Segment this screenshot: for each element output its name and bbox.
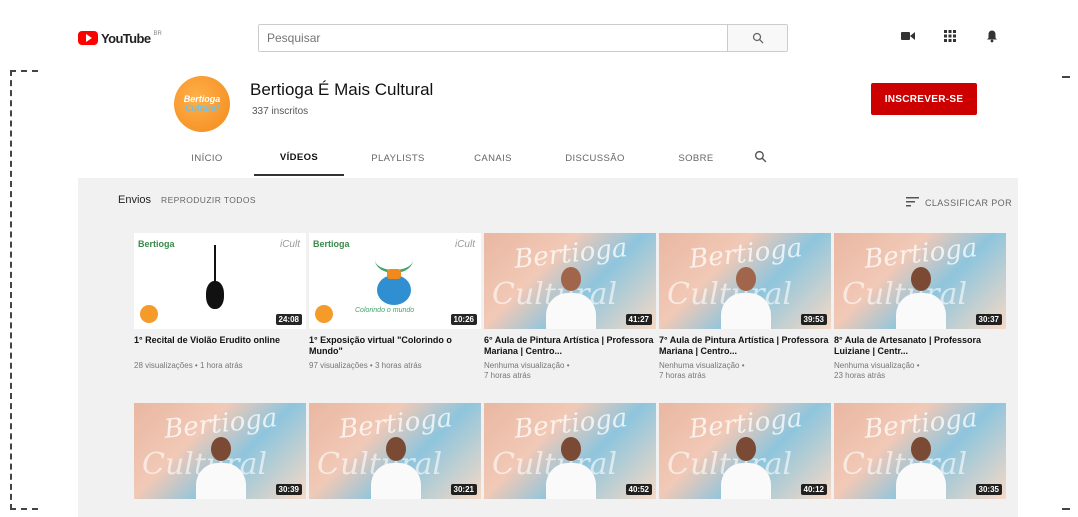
presenter-image [371,437,421,499]
video-title[interactable]: 8° Aula de Artesanato | Professora Luizi… [834,335,1006,357]
subscriber-count: 337 inscritos [252,106,309,117]
video-card[interactable]: Bertioga Cultural 30:37 8° Aula de Artes… [834,233,1006,381]
video-thumbnail[interactable]: Bertioga Cultural 39:53 [659,233,831,329]
top-bar: YouTube BR [78,14,1018,62]
video-duration: 10:26 [450,314,477,325]
video-thumbnail[interactable]: Bertioga iCult Colorindo o mundo 10:26 [309,233,481,329]
video-meta: Nenhuma visualização • 7 horas atrás [484,361,570,380]
video-camera-icon[interactable] [900,28,916,44]
video-duration: 30:39 [275,484,302,495]
crop-mark-top-right [1062,76,1070,78]
search-icon [752,32,763,44]
exhibit-illustration [369,247,419,307]
video-thumbnail[interactable]: Bertioga Cultural 30:35 [834,403,1006,499]
video-duration: 30:21 [450,484,477,495]
tab-inicio[interactable]: INÍCIO [174,140,240,176]
video-thumbnail[interactable]: Bertioga Cultural 30:39 [134,403,306,499]
video-grid: Bertioga iCult 24:08 1° Recital de Violã… [134,233,1006,499]
thumb-brand: Bertioga [313,239,350,249]
video-card[interactable]: Bertioga Cultural 41:27 6° Aula de Pintu… [484,233,656,381]
sort-label: CLASSIFICAR POR [924,198,1012,208]
logo-text: YouTube [101,30,151,46]
video-meta: Nenhuma visualização • 23 horas atrás [834,361,920,380]
video-thumbnail[interactable]: Bertioga Cultural 30:37 [834,233,1006,329]
video-duration: 30:37 [975,314,1002,325]
video-meta: Nenhuma visualização • 7 horas atrás [659,361,745,380]
exhibit-caption: Colorindo o mundo [355,307,415,314]
search-button[interactable] [727,25,787,51]
youtube-logo[interactable]: YouTube BR [78,31,162,46]
crop-mark-bottom-left [10,508,38,510]
youtube-play-icon [78,31,98,45]
video-card[interactable]: Bertioga Cultural 39:53 7° Aula de Pintu… [659,233,831,381]
crop-mark-bottom-right [1062,508,1070,510]
channel-name: Bertioga É Mais Cultural [250,80,434,99]
section-title: Envios [118,194,152,206]
search-input[interactable] [259,25,727,51]
channel-search-icon[interactable] [754,150,767,166]
video-card[interactable]: Bertioga Cultural 40:52 [484,403,656,499]
video-title[interactable]: 1° Exposição virtual "Colorindo o Mundo" [309,335,481,357]
video-meta: 28 visualizações • 1 hora atrás [134,361,243,370]
video-duration: 40:12 [800,484,827,495]
search-box [258,24,788,52]
presenter-image [546,267,596,329]
tab-sobre[interactable]: SOBRE [666,140,726,176]
play-all-button[interactable]: REPRODUZIR TODOS [161,195,256,205]
channel-mini-logo [315,305,333,323]
logo-region: BR [153,31,162,37]
video-duration: 24:08 [275,314,302,325]
video-thumbnail[interactable]: Bertioga iCult 24:08 [134,233,306,329]
avatar-text-2: Cultural [184,103,219,113]
presenter-image [896,437,946,499]
video-card[interactable]: Bertioga Cultural 30:21 [309,403,481,499]
sort-button[interactable]: CLASSIFICAR POR [905,196,1012,210]
channel-avatar[interactable]: Bertioga Cultural [174,76,230,132]
video-duration: 40:52 [625,484,652,495]
video-duration: 30:35 [975,484,1002,495]
video-card[interactable]: Bertioga Cultural 40:12 [659,403,831,499]
video-thumbnail[interactable]: Bertioga Cultural 30:21 [309,403,481,499]
section-header: Envios REPRODUZIR TODOS [118,194,256,206]
top-icons [900,28,1000,44]
thumb-icult: iCult [279,239,300,250]
video-thumbnail[interactable]: Bertioga Cultural 40:12 [659,403,831,499]
video-card[interactable]: Bertioga iCult 24:08 1° Recital de Violã… [134,233,306,381]
presenter-image [721,437,771,499]
channel-mini-logo [140,305,158,323]
channel-header: Bertioga Cultural Bertioga É Mais Cultura… [78,62,1018,178]
tab-discussao[interactable]: DISCUSSÃO [550,140,640,176]
video-title[interactable]: 1° Recital de Violão Erudito online [134,335,306,357]
video-title[interactable]: 6° Aula de Pintura Artística | Professor… [484,335,656,357]
tab-videos[interactable]: VÍDEOS [254,140,344,176]
subscribe-button[interactable]: INSCREVER-SE [871,83,977,115]
thumb-brand: Bertioga [138,239,175,249]
tab-canais[interactable]: CANAIS [458,140,528,176]
video-card[interactable]: Bertioga Cultural 30:35 [834,403,1006,499]
presenter-image [546,437,596,499]
video-thumbnail[interactable]: Bertioga Cultural 41:27 [484,233,656,329]
crop-mark-top-left [10,70,38,72]
video-card[interactable]: Bertioga Cultural 30:39 [134,403,306,499]
presenter-image [721,267,771,329]
tab-playlists[interactable]: PLAYLISTS [358,140,438,176]
sort-icon [905,196,919,210]
video-card[interactable]: Bertioga iCult Colorindo o mundo 10:26 1… [309,233,481,381]
apps-grid-icon[interactable] [942,28,958,44]
video-thumbnail[interactable]: Bertioga Cultural 40:52 [484,403,656,499]
presenter-image [196,437,246,499]
guitar-illustration [204,245,226,315]
video-duration: 39:53 [800,314,827,325]
crop-mark-left [10,70,38,510]
video-title[interactable]: 7° Aula de Pintura Artística | Professor… [659,335,831,357]
video-meta: 97 visualizações • 3 horas atrás [309,361,422,370]
bell-icon[interactable] [984,28,1000,44]
video-duration: 41:27 [625,314,652,325]
channel-tabs: INÍCIO VÍDEOS PLAYLISTS CANAIS DISCUSSÃO… [174,140,767,176]
videos-content: Envios REPRODUZIR TODOS CLASSIFICAR POR … [78,178,1018,517]
thumb-icult: iCult [454,239,475,250]
presenter-image [896,267,946,329]
